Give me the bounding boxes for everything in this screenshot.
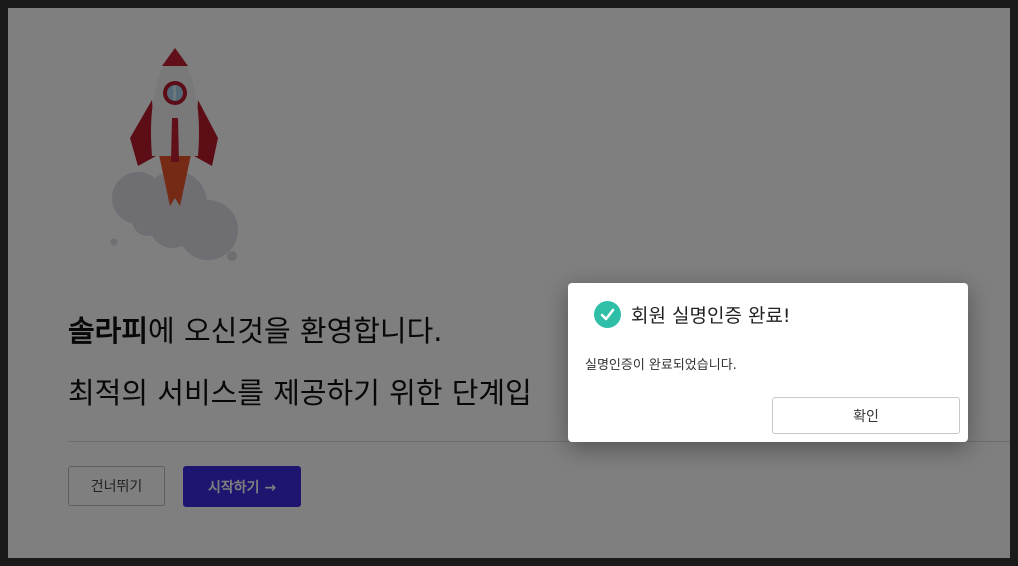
dialog-header: 회원 실명인증 완료! — [594, 301, 791, 328]
verification-complete-dialog: 회원 실명인증 완료! 실명인증이 완료되었습니다. 확인 — [568, 283, 968, 442]
dialog-message: 실명인증이 완료되었습니다. — [585, 358, 737, 373]
check-circle-icon — [594, 301, 621, 328]
confirm-button[interactable]: 확인 — [772, 397, 960, 434]
page: 솔라피에 오신것을 환영합니다. 최적의 서비스를 제공하기 위한 단계입 건너… — [8, 8, 1010, 558]
dialog-title: 회원 실명인증 완료! — [631, 305, 791, 327]
